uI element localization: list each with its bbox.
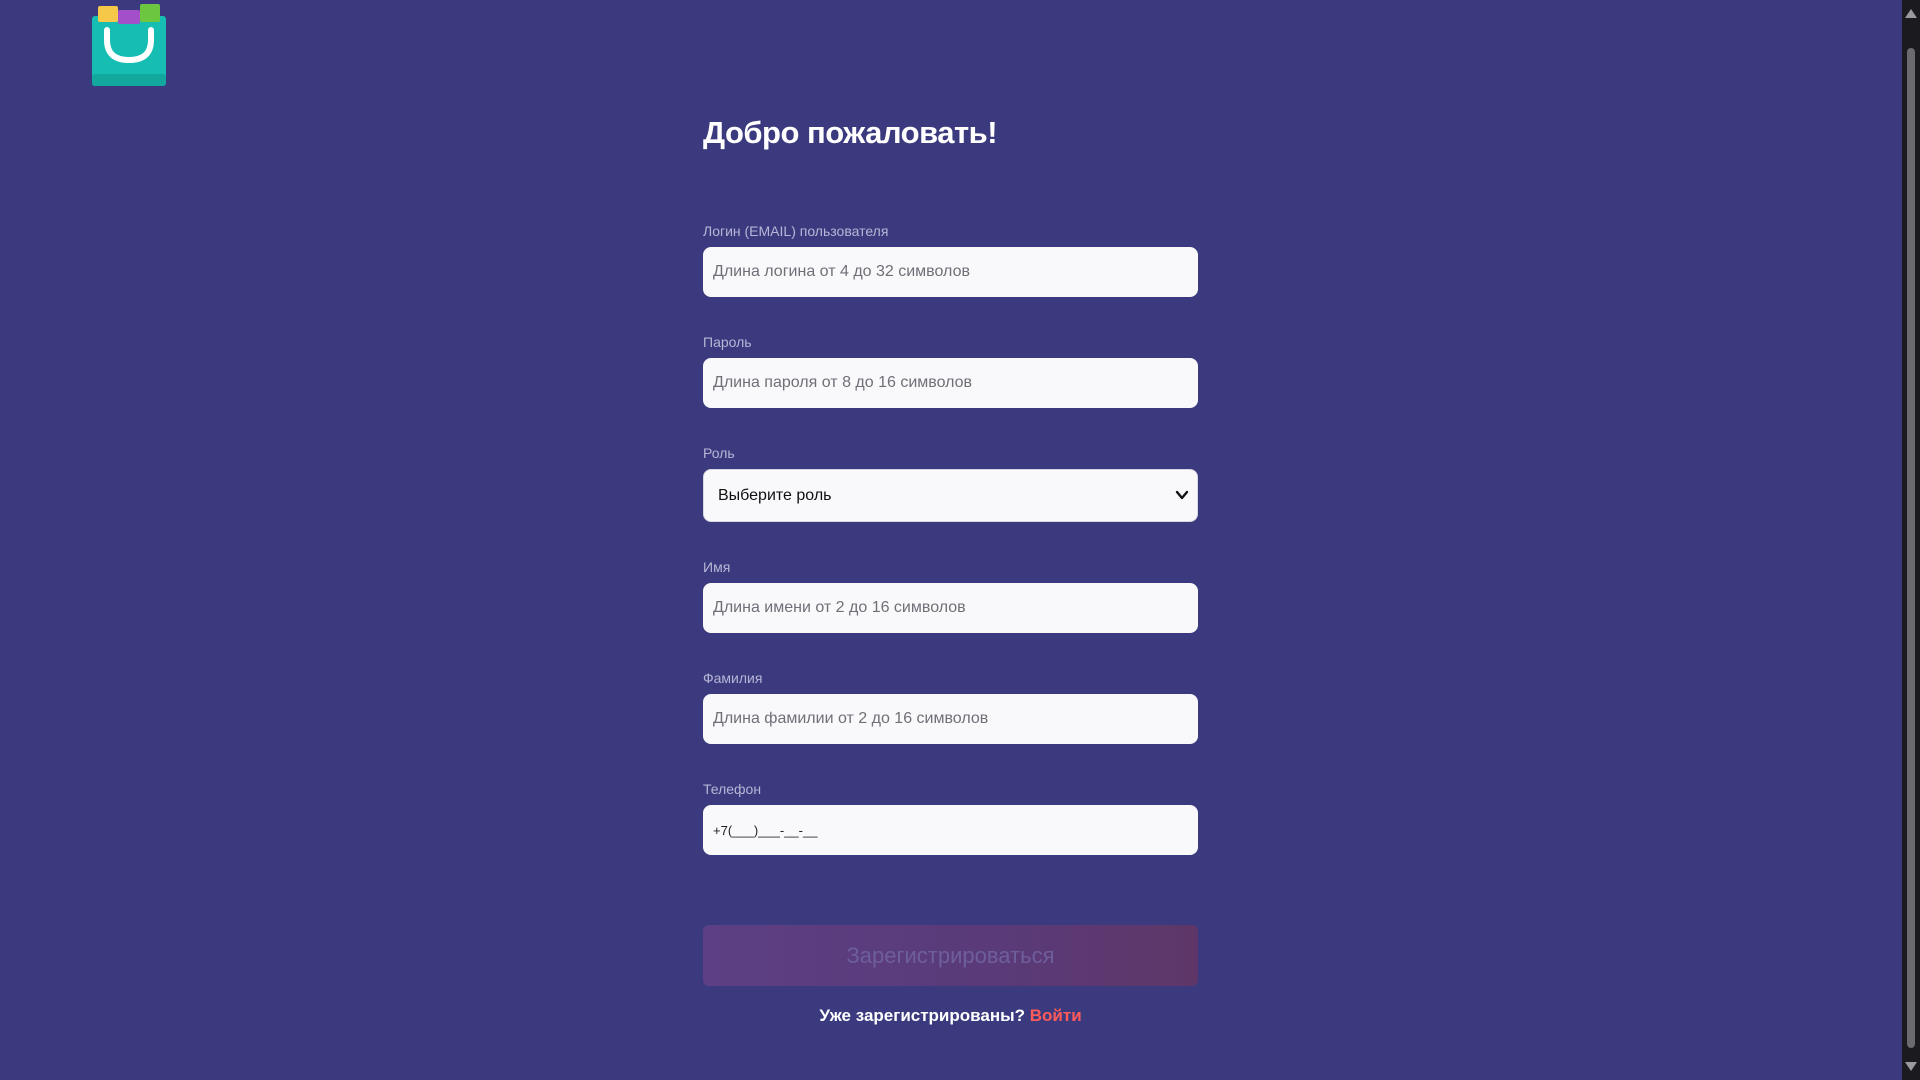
password-label: Пароль (703, 334, 752, 350)
shopping-bag-logo-icon[interactable] (92, 4, 166, 86)
registration-page: Добро пожаловать! Логин (EMAIL) пользова… (0, 0, 1920, 1080)
scroll-thumb[interactable] (1907, 48, 1915, 1048)
registration-form: Добро пожаловать! Логин (EMAIL) пользова… (703, 110, 1198, 1028)
first-name-label: Имя (703, 559, 731, 575)
scroll-down-icon[interactable] (1905, 1062, 1917, 1071)
phone-label: Телефон (703, 781, 762, 797)
chevron-down-icon (1175, 490, 1189, 500)
register-button[interactable]: Зарегистрироваться (703, 925, 1198, 986)
vertical-scrollbar[interactable] (1902, 0, 1920, 1080)
password-input[interactable] (703, 358, 1198, 408)
already-registered-text: Уже зарегистрированы? (819, 1006, 1026, 1025)
scroll-up-icon[interactable] (1905, 9, 1917, 18)
role-select-value: Выберите роль (718, 487, 832, 504)
phone-input[interactable] (703, 805, 1198, 855)
login-label: Логин (EMAIL) пользователя (703, 223, 889, 239)
login-prompt: Уже зарегистрированы? Войти (703, 1004, 1198, 1028)
last-name-input[interactable] (703, 694, 1198, 744)
role-label: Роль (703, 445, 735, 461)
login-link[interactable]: Войти (1030, 1006, 1082, 1025)
last-name-label: Фамилия (703, 670, 763, 686)
page-title: Добро пожаловать! (703, 115, 998, 150)
first-name-input[interactable] (703, 583, 1198, 633)
role-select[interactable]: Выберите роль (703, 469, 1198, 522)
login-input[interactable] (703, 247, 1198, 297)
